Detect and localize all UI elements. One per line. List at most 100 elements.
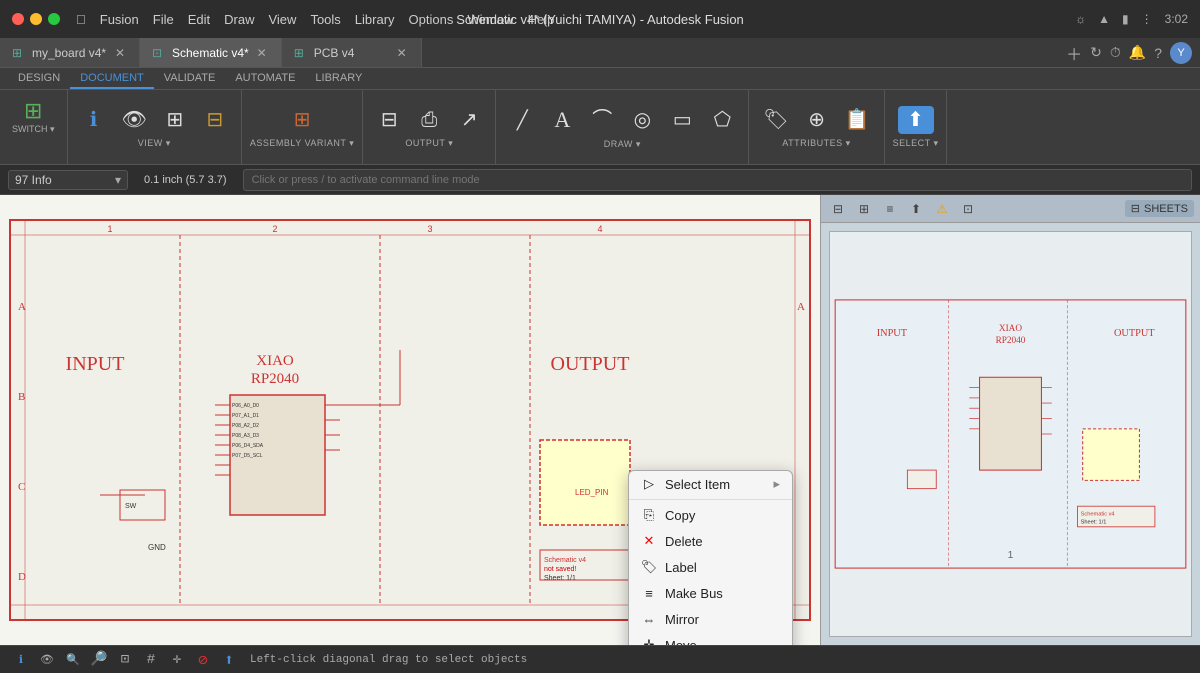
main-area: A B C D A 1 2 3 4 INPUT XIAO RP2040 OUTP… — [0, 195, 1200, 645]
notifications-icon[interactable]: ▲ — [1098, 12, 1110, 26]
board-icon: ⊞ — [12, 46, 26, 60]
select-btn[interactable]: ⬆ — [898, 106, 934, 134]
status-zoom-out-icon[interactable]: 🔎 — [90, 651, 108, 669]
output-btn1[interactable]: ⊟ — [371, 106, 407, 134]
control-center-icon[interactable]: ⋮ — [1141, 12, 1153, 26]
attr-btn1[interactable]: 🏷 — [757, 106, 794, 134]
info-dropdown-label: 97 Info — [15, 173, 52, 187]
rp-drc-btn[interactable]: ⊡ — [957, 198, 979, 220]
status-fit-icon[interactable]: ⊡ — [116, 651, 134, 669]
maximize-button[interactable] — [48, 13, 60, 25]
status-info-icon[interactable]: ℹ — [12, 651, 30, 669]
assembly-label: ASSEMBLY VARIANT ▾ — [250, 138, 354, 149]
add-tab-button[interactable]: ＋ — [1066, 41, 1082, 65]
history-button[interactable]: ⏱ — [1110, 44, 1121, 61]
tab-pcb[interactable]: ⊞ PCB v4 ✕ — [282, 38, 422, 67]
status-cross-icon[interactable]: ✛ — [168, 651, 186, 669]
cm-copy[interactable]: ⎘ Copy — [629, 502, 792, 528]
cm-move[interactable]: ✛ Move — [629, 632, 792, 645]
polygon-btn[interactable]: ⬠ — [704, 106, 740, 134]
cm-select-item[interactable]: ▷ Select Item ▸ — [629, 471, 792, 497]
tabs-bar: ⊞ my_board v4* ✕ ⊡ Schematic v4* ✕ ⊞ PCB… — [0, 38, 1200, 68]
select-item-icon: ▷ — [641, 476, 657, 492]
status-text: Left-click diagonal drag to select objec… — [250, 654, 527, 666]
sheets-button[interactable]: ⊟ SHEETS — [1125, 200, 1194, 217]
rp-cursor-btn[interactable]: ⬆ — [905, 198, 927, 220]
rp-warning-btn[interactable]: ⚠ — [931, 198, 953, 220]
cm-delete[interactable]: ✕ Delete — [629, 528, 792, 554]
rp-component-btn[interactable]: ⊞ — [853, 198, 875, 220]
menu-file[interactable]: File — [153, 12, 174, 27]
output-label: OUTPUT ▾ — [405, 138, 453, 149]
tag-icon: 🏷 — [763, 110, 788, 130]
tab-automate[interactable]: AUTOMATE — [225, 69, 305, 89]
assembly-btn[interactable]: ⊞ — [284, 106, 320, 134]
rp-layers-btn[interactable]: ≡ — [879, 198, 901, 220]
switch-icon: ⊞ — [24, 98, 42, 124]
traffic-lights — [12, 13, 60, 25]
menu-fusion[interactable]: Fusion — [100, 12, 139, 27]
output-btn3[interactable]: ↗ — [451, 106, 487, 134]
rect-btn[interactable]: ▭ — [664, 106, 700, 134]
make-bus-icon: ≡ — [641, 585, 657, 601]
tab-close-pcb[interactable]: ✕ — [395, 46, 409, 60]
tab-my-board[interactable]: ⊞ my_board v4* ✕ — [0, 38, 140, 67]
tab-schematic[interactable]: ⊡ Schematic v4* ✕ — [140, 38, 282, 67]
profile-button[interactable]: Y — [1170, 42, 1192, 64]
tabs-actions: ＋ ↻ ⏱ 🔔 ? Y — [1058, 41, 1200, 65]
canvas-area[interactable]: A B C D A 1 2 3 4 INPUT XIAO RP2040 OUTP… — [0, 195, 820, 645]
tab-document[interactable]: DOCUMENT — [70, 69, 154, 89]
mini-schematic[interactable]: INPUT XIAO RP2040 OUTPUT — [821, 223, 1200, 645]
attr-btn2[interactable]: ⊕ — [799, 106, 835, 134]
info-view-btn[interactable]: ℹ — [76, 106, 112, 134]
rp-grid-btn[interactable]: ⊟ — [827, 198, 849, 220]
text-btn[interactable]: A — [544, 105, 580, 135]
line-btn[interactable]: ╱ — [504, 107, 540, 133]
grid-view-btn[interactable]: ⊞ — [157, 106, 193, 134]
assembly-icon: ⊞ — [294, 110, 311, 130]
label-icon: 🏷 — [641, 559, 657, 575]
menu-library[interactable]: Library — [355, 12, 395, 27]
battery-icon[interactable]: ▮ — [1122, 12, 1129, 26]
menu-tools[interactable]: Tools — [310, 12, 340, 27]
status-grid-icon[interactable]: # — [142, 651, 160, 669]
menu-options[interactable]: Options — [409, 12, 454, 27]
menu-edit[interactable]: Edit — [188, 12, 210, 27]
info-dropdown[interactable]: 97 Info ▾ — [8, 170, 128, 190]
spotlight-icon[interactable]: ☼ — [1075, 12, 1086, 26]
cm-mirror[interactable]: ⇔ Mirror — [629, 606, 792, 632]
close-button[interactable] — [12, 13, 24, 25]
command-input[interactable] — [243, 169, 1192, 191]
status-stop-icon[interactable]: ⊘ — [194, 651, 212, 669]
layers-btn[interactable]: ⊟ — [197, 106, 233, 134]
refresh-button[interactable]: ↻ — [1090, 44, 1102, 61]
switch-section[interactable]: ⊞ SWITCH ▾ — [0, 90, 68, 164]
tab-close-schematic[interactable]: ✕ — [255, 46, 269, 60]
attr-btn3[interactable]: 📋 — [839, 106, 876, 134]
circle-btn[interactable]: ◎ — [624, 106, 660, 134]
status-eye-icon[interactable]: 👁 — [38, 651, 56, 669]
help-button[interactable]: ? — [1154, 45, 1162, 61]
menu-view[interactable]: View — [268, 12, 296, 27]
pcb-icon: ⊞ — [294, 46, 308, 60]
status-cursor-icon[interactable]: ⬆ — [220, 651, 238, 669]
tab-validate[interactable]: VALIDATE — [154, 69, 226, 89]
cursor-icon: ⬆ — [907, 110, 924, 130]
sheets-label: SHEETS — [1144, 203, 1188, 215]
tab-library[interactable]: LIBRARY — [305, 69, 372, 89]
cm-make-bus[interactable]: ≡ Make Bus — [629, 580, 792, 606]
status-zoom-in-icon[interactable]: 🔍 — [64, 651, 82, 669]
attributes-section: 🏷 ⊕ 📋 ATTRIBUTES ▾ — [749, 90, 884, 164]
arc-btn[interactable]: ⌒ — [584, 106, 620, 134]
notifications-button[interactable]: 🔔 — [1129, 44, 1146, 61]
menu-draw[interactable]: Draw — [224, 12, 254, 27]
mini-canvas: INPUT XIAO RP2040 OUTPUT — [829, 231, 1192, 637]
minimize-button[interactable] — [30, 13, 42, 25]
menu-apple[interactable]:  — [76, 12, 86, 27]
svg-text:3: 3 — [427, 224, 432, 234]
output-btn2[interactable]: ⎙ — [411, 106, 447, 134]
cm-label[interactable]: 🏷 Label — [629, 554, 792, 580]
tab-design[interactable]: DESIGN — [8, 69, 70, 89]
eye-view-btn[interactable]: 👁 — [116, 106, 153, 134]
tab-close-my-board[interactable]: ✕ — [113, 46, 127, 60]
